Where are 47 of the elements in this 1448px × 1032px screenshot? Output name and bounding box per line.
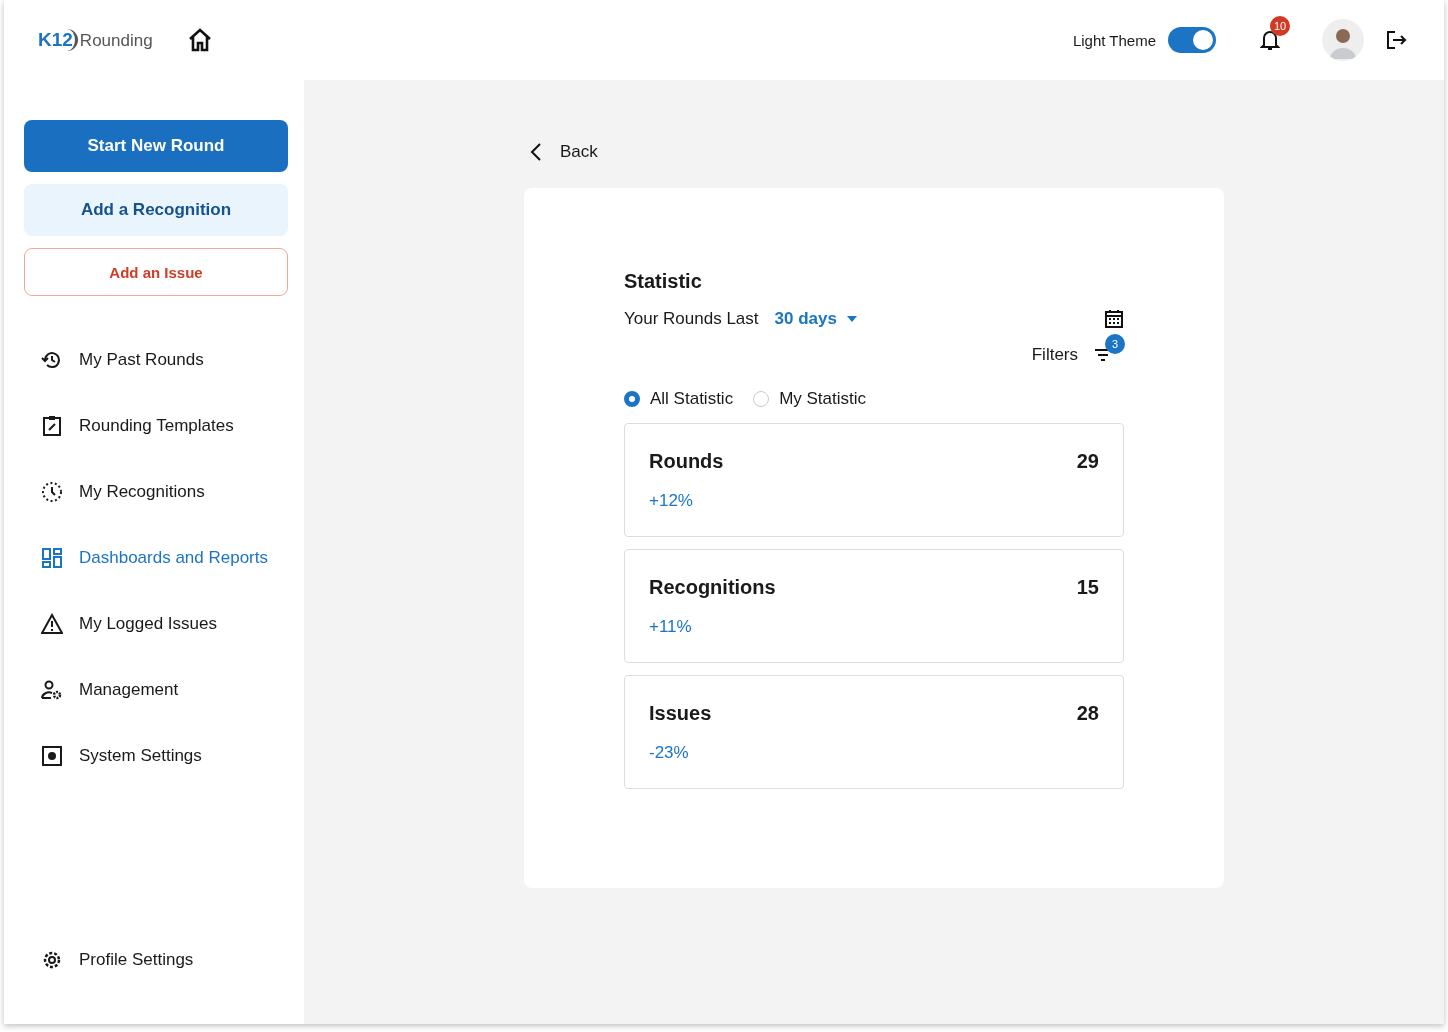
clipboard-pencil-icon [41, 415, 63, 437]
stat-change: +11% [649, 617, 693, 637]
scope-radio[interactable]: All Statistic [624, 389, 734, 409]
stat-title: Rounds [649, 450, 724, 473]
action-button[interactable]: Add an Issue [24, 248, 288, 296]
stat-value: 15 [1076, 576, 1099, 599]
logout-icon[interactable] [1386, 30, 1408, 50]
theme-toggle[interactable] [1168, 27, 1216, 53]
filters-label: Filters [1031, 345, 1078, 365]
statistic-title: Statistic [624, 270, 703, 293]
caret-icon [846, 316, 857, 322]
stat-change: -23% [649, 743, 690, 763]
stat-change: +12% [649, 491, 694, 511]
notification-badge: 10 [1270, 16, 1290, 36]
logo-text: Rounding [79, 31, 153, 51]
sidebar-item[interactable]: My Past Rounds [24, 342, 288, 378]
sidebar-item[interactable]: System Settings [24, 738, 288, 774]
history-icon [41, 349, 63, 371]
scope-radio[interactable]: My Statistic [753, 389, 867, 409]
settings-icon [41, 745, 63, 767]
stat-value: 28 [1076, 702, 1099, 725]
sidebar-item[interactable]: Management [24, 672, 288, 708]
stat-title: Issues [649, 702, 712, 725]
sidebar-item[interactable]: Dashboards and Reports [24, 540, 288, 576]
back-link[interactable]: Back [530, 142, 1444, 162]
stat-value: 29 [1076, 450, 1099, 473]
logo-mark: K12 [38, 29, 78, 51]
stat-title: Recognitions [649, 576, 776, 599]
dashboard-icon [41, 547, 63, 569]
action-button[interactable]: Add a Recognition [24, 184, 288, 236]
filter-count-badge: 3 [1105, 334, 1125, 354]
sidebar-item[interactable]: My Logged Issues [24, 606, 288, 642]
user-gear-icon [41, 679, 63, 701]
sidebar-item[interactable]: Rounding Templates [24, 408, 288, 444]
bell-icon[interactable] [1260, 29, 1280, 51]
sidebar-item[interactable]: My Recognitions [24, 474, 288, 510]
action-button[interactable]: Start New Round [24, 120, 288, 172]
period-label: Your Rounds Last [624, 309, 759, 329]
period-dropdown[interactable]: 30 days [774, 309, 857, 329]
settings-icon [41, 949, 63, 971]
avatar[interactable] [1322, 19, 1364, 61]
chevron-left-icon [530, 142, 542, 162]
theme-label: Light Theme [1072, 31, 1156, 49]
dotted-clock-icon [41, 481, 63, 503]
warning-icon [41, 613, 63, 635]
calendar-icon[interactable] [1104, 309, 1124, 329]
sidebar-item[interactable]: Profile Settings [24, 942, 288, 978]
